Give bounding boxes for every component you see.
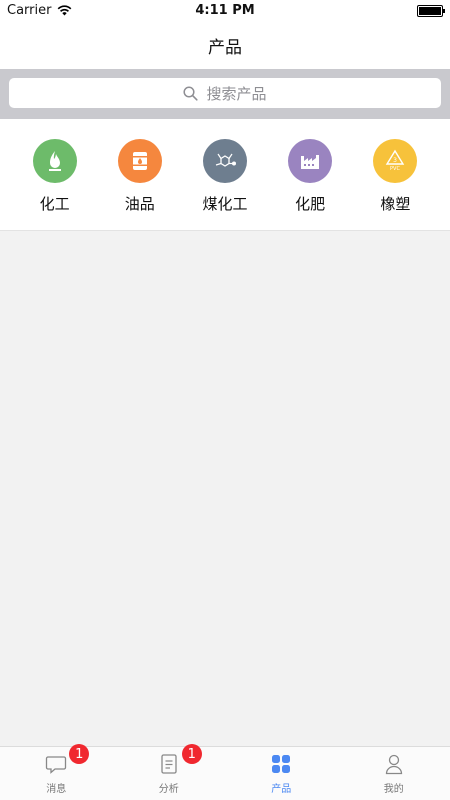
tab-analysis[interactable]: 1 分析 (113, 744, 226, 800)
category-oil[interactable]: 油品 (105, 139, 175, 230)
search-section: 搜索产品 (0, 69, 450, 119)
category-rubber-plastic[interactable]: 3 PVC 橡塑 (360, 139, 430, 230)
clock: 4:11 PM (195, 3, 255, 18)
search-input[interactable]: 搜索产品 (9, 78, 441, 108)
tab-messages[interactable]: 1 消息 (0, 744, 113, 800)
status-bar: Carrier 4:11 PM (0, 0, 450, 22)
molecule-icon (202, 139, 247, 183)
category-chemical[interactable]: 化工 (20, 139, 90, 230)
category-label: 化工 (39, 195, 70, 213)
category-coal-chemical[interactable]: 煤化工 (190, 139, 260, 230)
tab-label: 我的 (383, 784, 404, 795)
tab-bar: 1 消息 1 分析 产品 我的 (0, 744, 450, 800)
tab-label: 产品 (271, 784, 292, 795)
unread-badge: 1 (181, 744, 202, 764)
category-label: 油品 (124, 195, 155, 213)
battery-icon (417, 5, 445, 17)
oil-barrel-icon (117, 139, 162, 183)
flame-icon (32, 139, 77, 183)
search-placeholder: 搜索产品 (206, 84, 267, 103)
navigation-bar: 产品 (0, 22, 450, 69)
unread-badge: 1 (69, 744, 90, 764)
pvc-recycle-icon: 3 PVC (373, 139, 418, 183)
svg-text:PVC: PVC (390, 166, 400, 172)
category-label: 煤化工 (202, 195, 248, 213)
svg-text:3: 3 (393, 157, 397, 164)
factory-icon (288, 139, 333, 183)
category-label: 化肥 (295, 195, 326, 213)
user-icon (382, 752, 406, 776)
category-fertilizer[interactable]: 化肥 (275, 139, 345, 230)
tab-profile[interactable]: 我的 (338, 747, 450, 800)
category-label: 橡塑 (380, 195, 411, 213)
search-icon (183, 85, 199, 101)
document-icon: 1 (157, 744, 202, 776)
grid-icon (269, 752, 293, 776)
tab-label: 消息 (46, 784, 67, 795)
category-grid: 化工 油品 煤化工 化肥 3 PVC 橡塑 (0, 119, 450, 231)
message-icon: 1 (44, 744, 90, 776)
tab-label: 分析 (158, 784, 179, 795)
content-area (0, 231, 450, 746)
tab-products[interactable]: 产品 (225, 747, 338, 800)
page-title: 产品 (208, 38, 242, 58)
